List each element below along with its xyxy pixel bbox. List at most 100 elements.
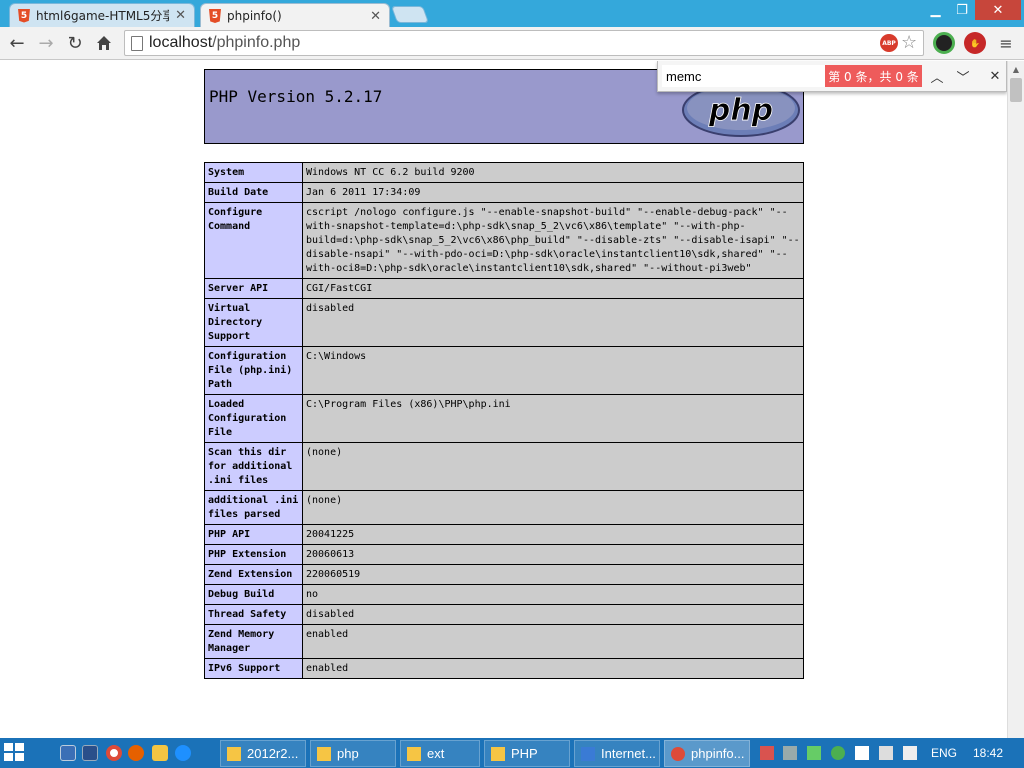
- minimize-button[interactable]: ▁: [922, 0, 949, 20]
- row-value: cscript /nologo configure.js "--enable-s…: [302, 202, 804, 279]
- row-key: Configuration File (php.ini) Path: [204, 346, 303, 395]
- row-value: CGI/FastCGI: [302, 278, 804, 299]
- back-arrow-icon[interactable]: ←: [7, 33, 27, 54]
- table-row: PHP API 20041225: [204, 524, 804, 545]
- row-value: (none): [302, 490, 804, 525]
- row-key: Configure Command: [204, 202, 303, 279]
- menu-icon[interactable]: ≡: [996, 33, 1016, 53]
- row-value: enabled: [302, 658, 804, 679]
- clock[interactable]: 18:42: [973, 746, 1003, 760]
- taskbar-button-label: phpinfo...: [691, 746, 745, 761]
- tab-html6game[interactable]: 5 html6game-HTML5分享 ✕: [9, 3, 195, 27]
- find-close-icon[interactable]: ✕: [984, 65, 1006, 87]
- html5-icon: 5: [209, 9, 221, 23]
- row-key: System: [204, 162, 303, 183]
- find-bar: 第 0 条，共 0 条 ︿ ﹀ ✕: [657, 61, 1007, 92]
- folder-icon: [407, 746, 421, 761]
- row-key: Loaded Configuration File: [204, 394, 303, 443]
- url-text[interactable]: localhost/phpinfo.php: [149, 34, 300, 52]
- volume-icon[interactable]: [879, 746, 893, 760]
- taskbar-button-label: 2012r2...: [247, 746, 299, 761]
- row-key: Server API: [204, 278, 303, 299]
- table-row: Build Date Jan 6 2011 17:34:09: [204, 182, 804, 203]
- tab-close-icon[interactable]: ✕: [370, 9, 381, 24]
- chrome-quicklaunch-icon[interactable]: [106, 745, 122, 761]
- flag-icon[interactable]: [903, 746, 917, 760]
- taskbar-button[interactable]: 2012r2...: [220, 740, 306, 767]
- table-row: Loaded Configuration File C:\Program File…: [204, 394, 804, 443]
- address-bar[interactable]: localhost/phpinfo.php ABP ☆: [124, 30, 924, 56]
- new-tab-button[interactable]: [390, 6, 430, 23]
- table-row: System Windows NT CC 6.2 build 9200: [204, 162, 804, 183]
- row-key: Scan this dir for additional .ini files: [204, 442, 303, 491]
- row-value: no: [302, 584, 804, 605]
- tray-shield-icon[interactable]: [760, 746, 774, 760]
- language-indicator[interactable]: ENG: [931, 746, 957, 760]
- firefox-icon[interactable]: [128, 745, 144, 761]
- browser-toolbar: ← → ↻ localhost/phpinfo.php ABP ☆ ✋ ≡: [0, 27, 1024, 60]
- abp-icon[interactable]: ABP: [880, 34, 898, 52]
- folder-icon: [491, 746, 505, 761]
- start-button[interactable]: [4, 743, 26, 763]
- tray-check-icon[interactable]: [831, 746, 845, 760]
- windows-taskbar: 2012r2... php ext PHP Internet... phpinfo... …: [0, 738, 1024, 768]
- maximize-button[interactable]: ❐: [949, 0, 975, 20]
- reload-icon[interactable]: ↻: [65, 33, 85, 54]
- tab-phpinfo[interactable]: 5 phpinfo() ✕: [200, 3, 390, 28]
- table-row: Configure Command cscript /nologo configu…: [204, 202, 804, 279]
- taskbar-button-label: Internet...: [601, 746, 656, 761]
- row-key: Zend Extension: [204, 564, 303, 585]
- scroll-thumb[interactable]: [1010, 78, 1022, 102]
- forward-arrow-icon[interactable]: →: [36, 33, 56, 54]
- taskbar-button[interactable]: php: [310, 740, 396, 767]
- find-input[interactable]: [662, 65, 828, 87]
- row-key: Virtual Directory Support: [204, 298, 303, 347]
- home-icon[interactable]: [94, 33, 114, 53]
- scroll-up-icon[interactable]: ▲: [1008, 61, 1024, 77]
- taskbar-button[interactable]: ext: [400, 740, 480, 767]
- star-icon[interactable]: ☆: [901, 32, 917, 53]
- table-row: Virtual Directory Support disabled: [204, 298, 804, 347]
- find-previous-icon[interactable]: ︿: [926, 65, 948, 87]
- table-row: additional .ini files parsed (none): [204, 490, 804, 525]
- row-key: PHP API: [204, 524, 303, 545]
- taskbar-button[interactable]: phpinfo...: [664, 740, 750, 767]
- app-icon[interactable]: [152, 745, 168, 761]
- powershell-icon[interactable]: [82, 745, 98, 761]
- table-row: Zend Extension 220060519: [204, 564, 804, 585]
- tray-network-icon[interactable]: [855, 746, 869, 760]
- row-value: disabled: [302, 298, 804, 347]
- folder-icon: [317, 746, 331, 761]
- ie-icon[interactable]: [175, 745, 191, 761]
- tab-label: html6game-HTML5分享: [36, 9, 170, 23]
- taskbar-button-label: php: [337, 746, 359, 761]
- taskbar-button[interactable]: Internet...: [574, 740, 660, 767]
- row-value: disabled: [302, 604, 804, 625]
- row-value: 220060519: [302, 564, 804, 585]
- svg-text:php: php: [708, 93, 773, 128]
- close-window-button[interactable]: ✕: [975, 0, 1021, 20]
- tab-close-icon[interactable]: ✕: [175, 8, 186, 23]
- find-next-icon[interactable]: ﹀: [952, 65, 974, 87]
- tab-label: phpinfo(): [227, 9, 282, 23]
- server-manager-icon[interactable]: [60, 745, 76, 761]
- html5-icon: 5: [18, 8, 30, 23]
- table-row: IPv6 Support enabled: [204, 658, 804, 679]
- row-value: C:\Windows: [302, 346, 804, 395]
- table-row: Server API CGI/FastCGI: [204, 278, 804, 299]
- stop-icon[interactable]: ✋: [964, 32, 986, 54]
- row-key: additional .ini files parsed: [204, 490, 303, 525]
- php-info-table: System Windows NT CC 6.2 build 9200 Build …: [204, 162, 804, 679]
- taskbar-button[interactable]: PHP: [484, 740, 570, 767]
- folder-icon: [227, 746, 241, 761]
- table-row: Zend Memory Manager enabled: [204, 624, 804, 659]
- tray-app-icon[interactable]: [783, 746, 797, 760]
- row-key: PHP Extension: [204, 544, 303, 565]
- table-row: Debug Build no: [204, 584, 804, 605]
- row-value: (none): [302, 442, 804, 491]
- chrome-ext-icon[interactable]: [933, 32, 955, 54]
- page-scrollbar[interactable]: ▲: [1007, 61, 1024, 738]
- iis-icon: [581, 746, 595, 761]
- tray-green-icon[interactable]: [807, 746, 821, 760]
- row-key: Zend Memory Manager: [204, 624, 303, 659]
